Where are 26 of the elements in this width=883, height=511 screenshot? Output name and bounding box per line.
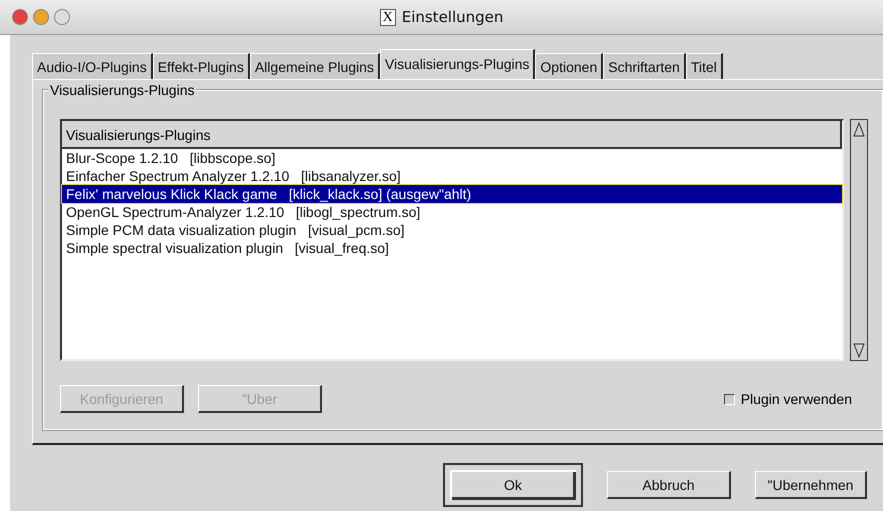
list-item[interactable]: OpenGL Spectrum-Analyzer 1.2.10 [libogl_spectrum.so] xyxy=(62,203,842,221)
checkbox-label: Plugin verwenden xyxy=(740,391,852,407)
tab[interactable]: Effekt-Plugins xyxy=(152,53,250,79)
list-item[interactable]: Simple PCM data visualization plugin [visual_pcm.so] xyxy=(62,221,842,239)
group-title: Visualisierungs-Plugins xyxy=(48,82,196,98)
tab[interactable]: Audio-I/O-Plugins xyxy=(32,53,153,79)
scrollbar[interactable] xyxy=(850,119,868,361)
tab[interactable]: Optionen xyxy=(535,53,604,79)
list-item[interactable]: Einfacher Spectrum Analyzer 1.2.10 [libsanalyzer.so] xyxy=(62,167,842,185)
zoom-button[interactable] xyxy=(54,9,70,25)
list-item[interactable]: Felix' marvelous Klick Klack game [klick_klack.so] (ausgew"ahlt) xyxy=(62,185,842,203)
list-item[interactable]: Blur-Scope 1.2.10 [libbscope.so] xyxy=(62,149,842,167)
dialog-button[interactable]: "Ubernehmen xyxy=(755,471,867,499)
window-title: Einstellungen xyxy=(402,8,504,26)
tab[interactable]: Schriftarten xyxy=(603,53,686,79)
checkbox[interactable] xyxy=(724,394,735,404)
list-item[interactable]: Simple spectral visualization plugin [visual_freq.so] xyxy=(62,239,842,257)
tab[interactable]: Visualisierungs-Plugins xyxy=(380,49,536,80)
x-icon: X xyxy=(380,8,396,26)
dialog-button[interactable]: Abbruch xyxy=(607,471,731,499)
tab[interactable]: Allgemeine Plugins xyxy=(250,53,380,79)
minimize-button[interactable] xyxy=(33,9,49,25)
close-button[interactable] xyxy=(12,9,28,25)
dialog-button[interactable]: Ok xyxy=(443,463,583,507)
column-header[interactable]: Visualisierungs-Plugins xyxy=(62,121,842,149)
tab[interactable]: Titel xyxy=(686,53,723,79)
